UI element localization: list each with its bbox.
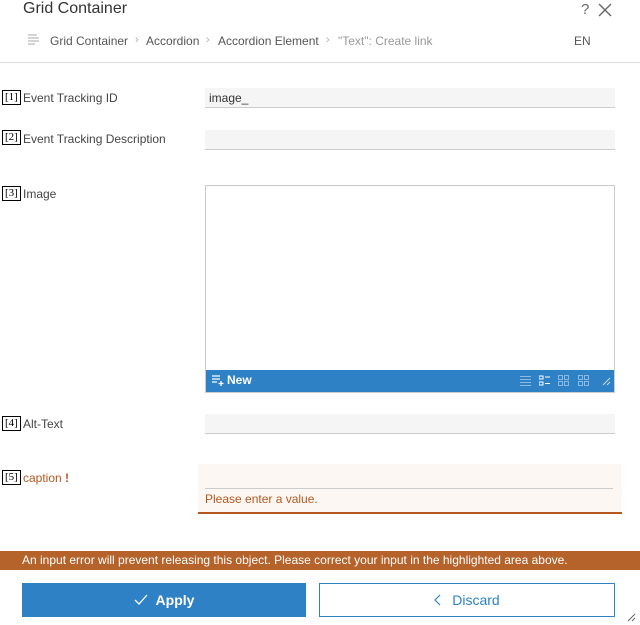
- image-label: Image: [23, 187, 57, 201]
- breadcrumb-separator: ›: [135, 34, 139, 46]
- new-image-label: New: [227, 373, 252, 387]
- error-banner: An input error will prevent releasing th…: [0, 551, 640, 570]
- caption-input[interactable]: Please enter a value.: [198, 464, 622, 514]
- caption-error-message: Please enter a value.: [205, 492, 318, 506]
- checkmark-icon: [134, 594, 148, 605]
- field-number-3: [3]: [2, 186, 21, 201]
- breadcrumb: Grid Container › Accordion › Accordion E…: [0, 31, 640, 51]
- field-number-1: [1]: [2, 90, 21, 105]
- grid-view-icon[interactable]: [558, 375, 569, 386]
- close-icon[interactable]: [597, 2, 613, 18]
- image-field[interactable]: New: [205, 185, 615, 393]
- dialog-title: Grid Container: [23, 0, 128, 17]
- event-tracking-id-input[interactable]: image_: [205, 88, 615, 108]
- field-number-5: [5]: [2, 470, 21, 485]
- resize-handle-icon[interactable]: [600, 375, 611, 386]
- window-resize-icon[interactable]: [626, 612, 636, 622]
- image-toolbar: New: [206, 370, 614, 392]
- language-selector[interactable]: EN: [574, 34, 591, 48]
- event-tracking-description-label: Event Tracking Description: [23, 132, 166, 146]
- breadcrumb-separator: ›: [206, 34, 210, 46]
- discard-label: Discard: [452, 592, 500, 608]
- add-list-icon: [212, 374, 224, 386]
- dialog-titlebar: Grid Container ?: [0, 0, 640, 22]
- breadcrumb-item-accordion-element[interactable]: Accordion Element: [218, 34, 319, 48]
- field-number-4: [4]: [2, 416, 21, 431]
- discard-button[interactable]: Discard: [319, 583, 615, 617]
- document-icon: [28, 34, 39, 45]
- alt-text-input[interactable]: [205, 414, 615, 434]
- event-tracking-description-input[interactable]: [205, 130, 615, 150]
- header-divider: [0, 62, 640, 63]
- breadcrumb-item-current: "Text": Create link: [338, 34, 433, 48]
- caption-label: caption !: [23, 471, 69, 485]
- breadcrumb-item-grid-container[interactable]: Grid Container: [50, 34, 128, 48]
- breadcrumb-item-accordion[interactable]: Accordion: [146, 34, 199, 48]
- detail-view-icon[interactable]: [539, 375, 550, 386]
- help-icon[interactable]: ?: [581, 1, 589, 18]
- alt-text-label: Alt-Text: [23, 417, 64, 431]
- thumbnail-view-icon[interactable]: [578, 375, 589, 386]
- chevron-left-icon: [434, 594, 441, 606]
- required-warning-icon: !: [65, 471, 70, 485]
- breadcrumb-separator: ›: [326, 34, 330, 46]
- apply-button[interactable]: Apply: [22, 583, 306, 617]
- caption-label-text: caption: [23, 471, 62, 485]
- event-tracking-id-label: Event Tracking ID: [23, 91, 118, 105]
- new-image-button[interactable]: New: [212, 373, 252, 387]
- caption-underline: [205, 488, 613, 489]
- field-number-2: [2]: [2, 130, 21, 145]
- apply-label: Apply: [155, 592, 195, 608]
- list-view-icon[interactable]: [520, 375, 531, 386]
